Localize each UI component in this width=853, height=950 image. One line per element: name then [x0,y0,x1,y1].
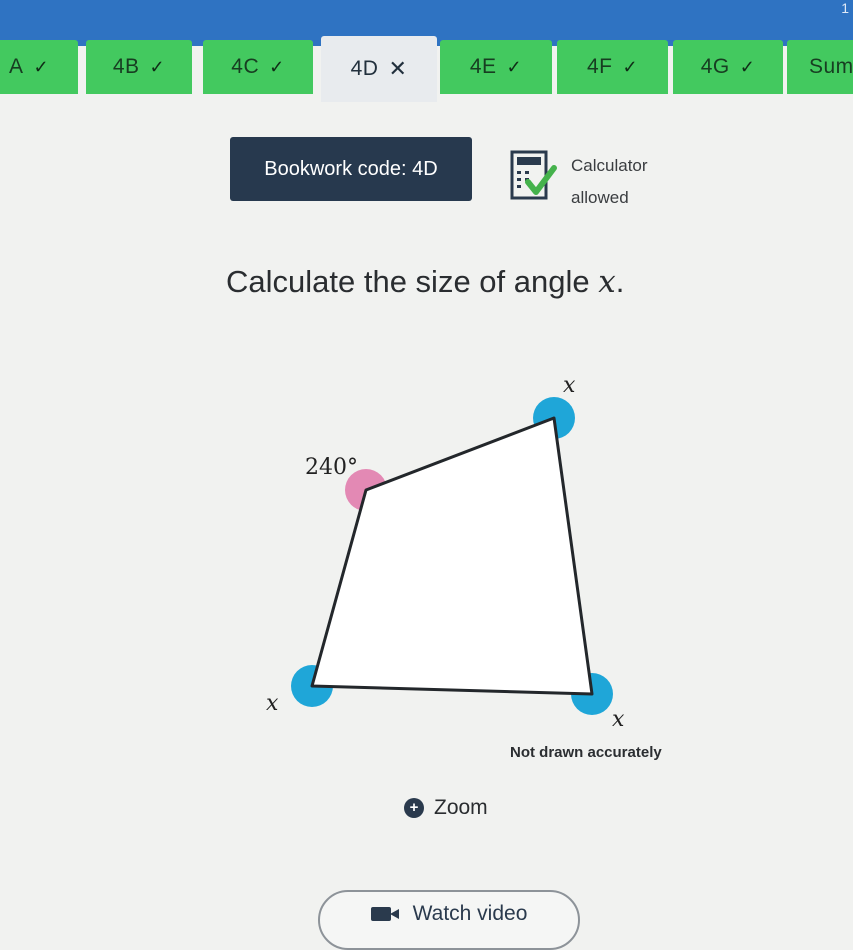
tab-label: A [8,55,24,78]
tab-4c[interactable]: 4C ✓ [203,40,313,94]
tab-label: 4C [231,55,260,78]
question-prefix: Calculate the size of angle [226,264,599,299]
zoom-button[interactable]: + Zoom [404,793,488,823]
check-icon: ✓ [739,56,756,77]
watch-video-label: Watch video [412,902,528,925]
calculator-line1: Calculator [571,156,648,175]
watch-video-button[interactable]: Watch video [318,890,580,950]
calculator-line2: allowed [571,188,629,207]
bookwork-code-badge: Bookwork code: 4D [230,137,472,201]
tab-4b[interactable]: 4B ✓ [86,40,192,94]
tab-label: 4D [350,57,379,80]
tab-label: 4B [112,55,140,78]
corner-number: 1 [841,0,849,16]
tab-label: 4F [586,55,613,78]
video-camera-icon [370,905,401,923]
question-variable: x [598,264,616,300]
bookwork-code-label: Bookwork code: 4D [264,157,438,180]
question-text: Calculate the size of angle x. [226,264,624,300]
tab-4a[interactable]: A ✓ [0,40,78,94]
tab-label: Sum [809,55,853,78]
cross-icon: ✕ [388,56,408,81]
check-icon: ✓ [33,56,50,77]
zoom-label: Zoom [434,796,488,819]
tab-label: 4G [700,55,730,78]
tab-4f[interactable]: 4F ✓ [557,40,668,94]
check-icon: ✓ [506,56,523,77]
tab-4e[interactable]: 4E ✓ [440,40,552,94]
check-icon: ✓ [149,56,166,77]
not-drawn-accurately-note: Not drawn accurately [510,744,662,761]
calculator-status: Calculator allowed [571,150,691,214]
tab-4d[interactable]: 4D ✕ [321,36,437,102]
tab-4g[interactable]: 4G ✓ [673,40,783,94]
calculator-allowed-icon [510,150,557,200]
question-suffix: . [615,264,625,299]
check-icon: ✓ [269,56,285,77]
tab-summary[interactable]: Sum [787,40,853,94]
zoom-plus-icon: + [404,798,424,818]
tab-label: 4E [469,55,497,78]
check-icon: ✓ [622,56,639,77]
